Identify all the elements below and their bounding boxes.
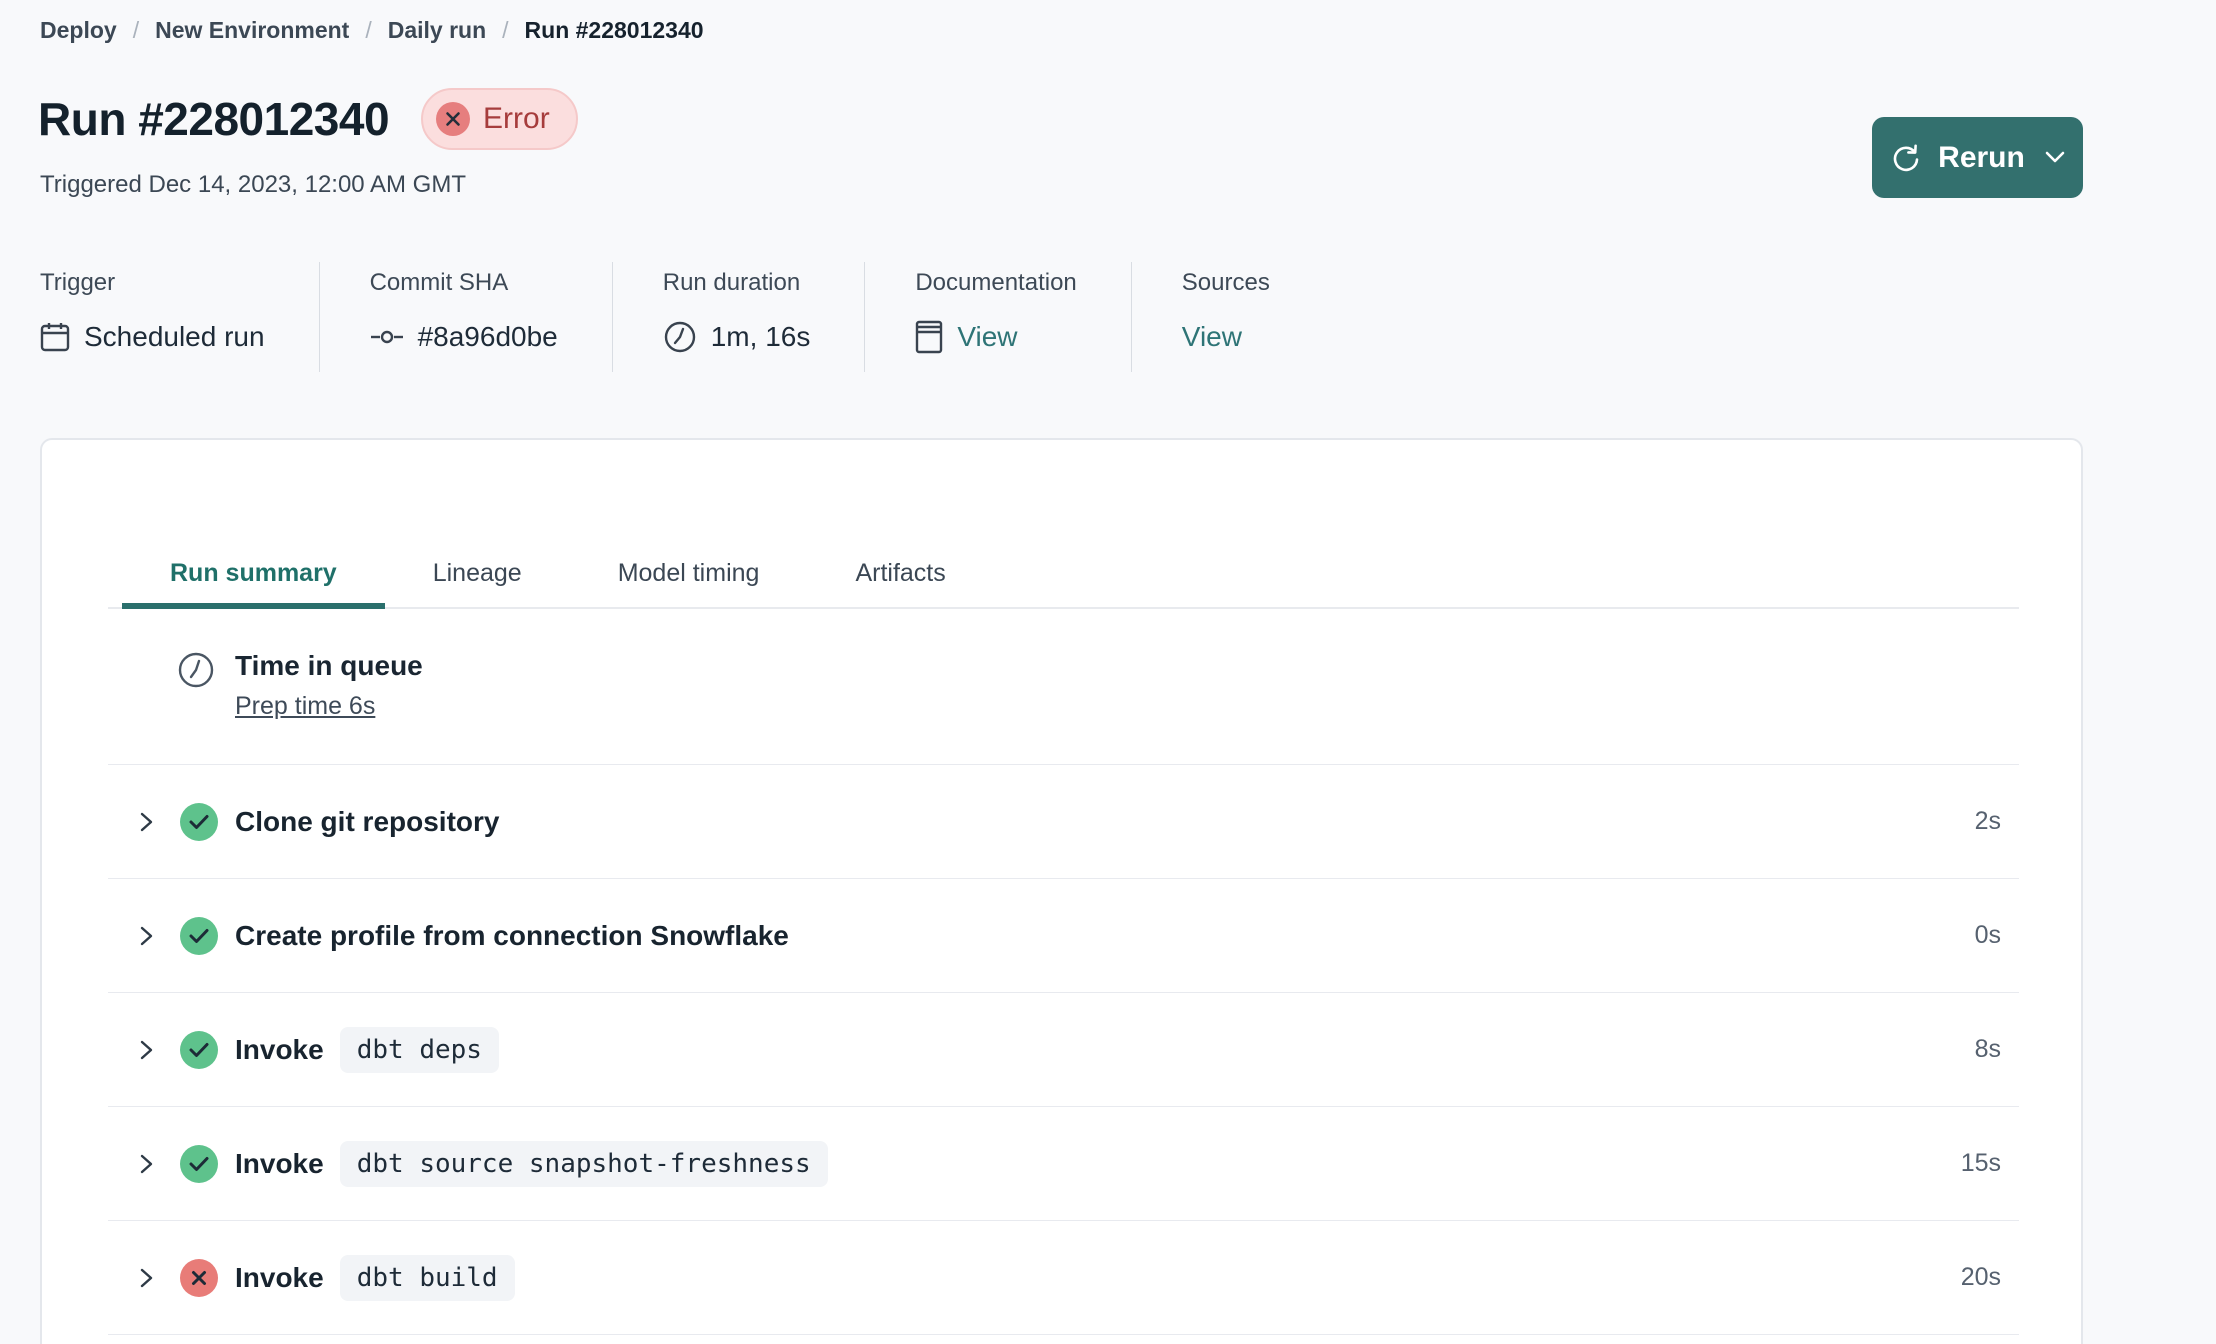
run-summary-card: Run summary Lineage Model timing Artifac… [40, 438, 2083, 1344]
chevron-right-icon[interactable] [135, 1151, 157, 1177]
page-title: Run #228012340 [38, 93, 390, 145]
status-badge-label: Error [483, 102, 550, 135]
step-label: Create profile from connection Snowflake [235, 919, 789, 951]
step-duration: 2s [1974, 807, 2001, 835]
tab-artifacts[interactable]: Artifacts [807, 558, 993, 607]
step-create-profile[interactable]: Create profile from connection Snowflake… [108, 879, 2019, 993]
meta-documentation: Documentation View [864, 262, 1130, 372]
tab-model-timing[interactable]: Model timing [570, 558, 808, 607]
clock-icon [177, 651, 215, 764]
prep-time-link[interactable]: Prep time 6s [235, 691, 375, 721]
step-command-chip: dbt source snapshot-freshness [339, 1140, 828, 1187]
meta-duration-label: Run duration [662, 269, 801, 296]
tab-lineage[interactable]: Lineage [385, 558, 570, 607]
step-label: Invoke [235, 1261, 324, 1293]
step-invoke-dbt-build[interactable]: Invoke dbt build 20s [108, 1221, 2019, 1335]
status-badge: Error [421, 88, 578, 150]
refresh-icon [1890, 142, 1922, 174]
step-duration: 15s [1960, 1149, 2001, 1177]
tab-run-summary[interactable]: Run summary [122, 558, 385, 609]
meta-sources-label: Sources [1181, 269, 1270, 296]
clock-icon [663, 320, 697, 354]
breadcrumb: Deploy / New Environment / Daily run / R… [40, 14, 2176, 46]
run-detail-page: Deploy / New Environment / Daily run / R… [0, 14, 2216, 1344]
chevron-right-icon[interactable] [135, 1265, 157, 1291]
error-x-icon [180, 1258, 218, 1297]
breadcrumb-environment[interactable]: New Environment [155, 17, 349, 44]
tab-bar: Run summary Lineage Model timing Artifac… [108, 558, 2019, 609]
rerun-button[interactable]: Rerun [1872, 117, 2083, 198]
breadcrumb-separator: / [365, 16, 372, 43]
chevron-right-icon[interactable] [135, 1037, 157, 1063]
success-check-icon [180, 1030, 218, 1069]
docs-icon [915, 320, 943, 354]
error-circle-icon [436, 102, 471, 136]
step-invoke-dbt-source-freshness[interactable]: Invoke dbt source snapshot-freshness 15s [108, 1107, 2019, 1221]
triggered-timestamp: Triggered Dec 14, 2023, 12:00 AM GMT [40, 171, 466, 198]
step-list: Clone git repository 2s Create profile f… [108, 765, 2019, 1335]
meta-run-duration: Run duration 1m, 16s [611, 262, 865, 372]
step-label: Invoke [235, 1147, 324, 1179]
run-metadata: Trigger Scheduled run Commit SHA #8a96d0… [40, 262, 2216, 372]
sources-view-link[interactable]: View [1182, 318, 1242, 356]
meta-trigger-value: Scheduled run [84, 321, 265, 352]
chevron-right-icon[interactable] [135, 809, 157, 835]
step-duration: 20s [1960, 1263, 2001, 1291]
step-invoke-dbt-deps[interactable]: Invoke dbt deps 8s [108, 993, 2019, 1107]
rerun-button-label: Rerun [1938, 140, 2025, 174]
meta-sources: Sources View [1130, 262, 1324, 372]
success-check-icon [180, 1144, 218, 1183]
meta-duration-value: 1m, 16s [710, 321, 811, 352]
step-label: Invoke [235, 1033, 324, 1065]
breadcrumb-job[interactable]: Daily run [388, 17, 486, 44]
documentation-view-link[interactable]: View [957, 318, 1017, 356]
meta-commit-sha: Commit SHA #8a96d0be [318, 262, 612, 372]
step-label: Clone git repository [235, 805, 500, 837]
breadcrumb-separator: / [132, 16, 140, 43]
step-duration: 0s [1974, 921, 2001, 949]
header: Run #228012340 Error [38, 88, 2176, 150]
breadcrumb-deploy[interactable]: Deploy [40, 17, 117, 44]
commit-icon [370, 329, 404, 345]
step-duration: 8s [1974, 1035, 2001, 1063]
meta-commit-value: #8a96d0be [417, 321, 558, 352]
meta-documentation-label: Documentation [915, 269, 1077, 296]
breadcrumb-current-run: Run #228012340 [524, 16, 704, 43]
meta-trigger: Trigger Scheduled run [40, 262, 319, 372]
success-check-icon [180, 916, 218, 955]
step-clone-git-repository[interactable]: Clone git repository 2s [108, 765, 2019, 879]
step-command-chip: dbt deps [339, 1026, 499, 1073]
time-in-queue-section: Time in queue Prep time 6s [108, 609, 2019, 765]
meta-commit-label: Commit SHA [369, 269, 509, 296]
meta-trigger-label: Trigger [40, 269, 116, 296]
queue-title: Time in queue [235, 650, 423, 681]
step-command-chip: dbt build [339, 1254, 515, 1301]
calendar-icon [40, 321, 70, 353]
chevron-down-icon [2045, 151, 2065, 164]
chevron-right-icon[interactable] [135, 923, 157, 949]
breadcrumb-separator: / [502, 16, 509, 43]
success-check-icon [180, 802, 218, 841]
